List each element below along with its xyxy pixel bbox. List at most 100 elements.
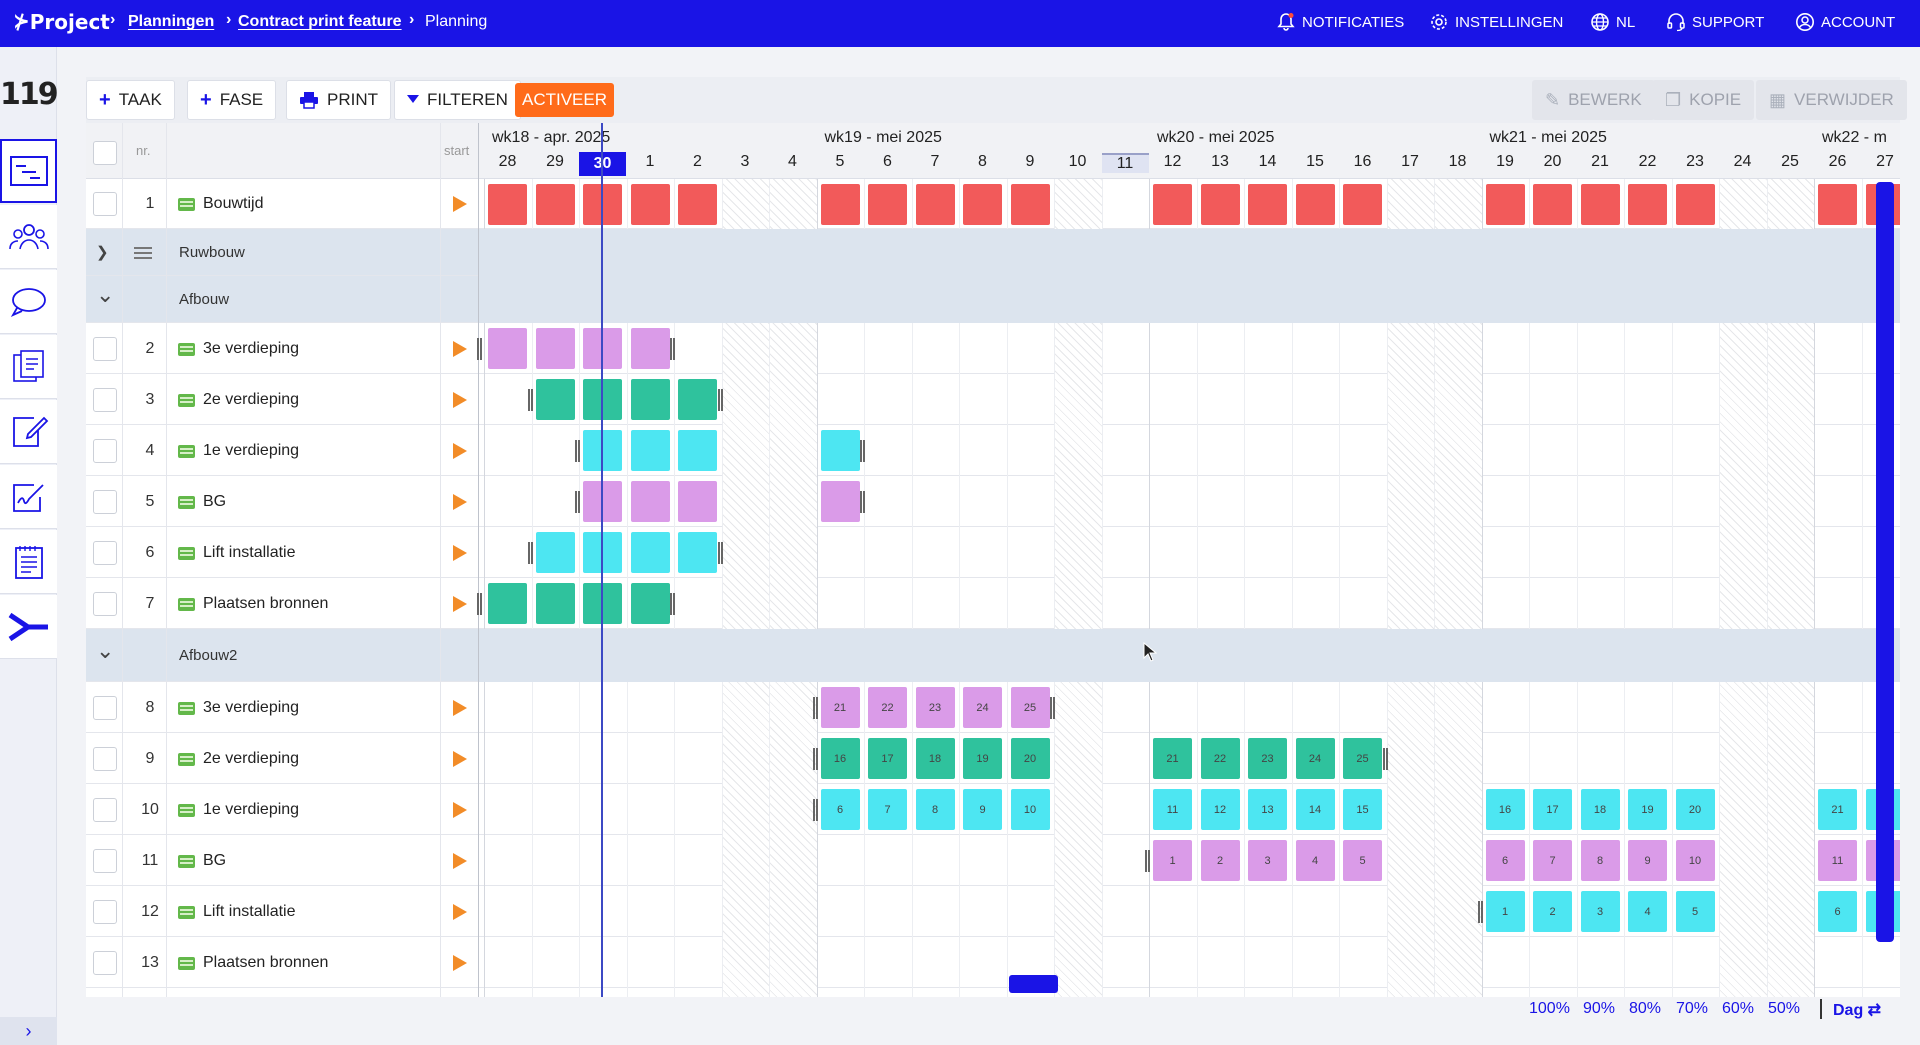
task-name[interactable]: 1e verdieping <box>203 801 299 819</box>
start-play-icon[interactable] <box>453 903 467 920</box>
task-bar-block[interactable]: 15 <box>1343 789 1382 830</box>
start-play-icon[interactable] <box>453 340 467 357</box>
copy-button[interactable]: ❐ KOPIE <box>1652 80 1755 120</box>
task-bar-block[interactable] <box>915 183 955 225</box>
language-button[interactable]: NL <box>1590 12 1635 32</box>
task-bar-block[interactable]: 8 <box>1580 840 1620 881</box>
task-bar-block[interactable] <box>820 430 860 471</box>
task-bar-block[interactable]: 24 <box>963 687 1002 728</box>
task-bar-block[interactable]: 20 <box>1675 789 1715 830</box>
task-name[interactable]: 1e verdieping <box>203 442 299 460</box>
task-bar-block[interactable] <box>1580 183 1620 225</box>
task-bar-block[interactable]: 7 <box>868 789 907 830</box>
task-bar-block[interactable]: 10 <box>1010 789 1050 830</box>
delete-button[interactable]: ▦ VERWIJDER <box>1756 80 1907 120</box>
task-bar-block[interactable] <box>630 430 670 471</box>
drag-handle-icon[interactable] <box>134 246 152 259</box>
resize-handle[interactable] <box>527 541 533 564</box>
task-name[interactable]: BG <box>203 493 226 511</box>
task-bar-block[interactable] <box>535 328 575 369</box>
task-bar-block[interactable] <box>535 532 575 573</box>
start-play-icon[interactable] <box>453 544 467 561</box>
task-name[interactable]: BG <box>203 852 226 870</box>
resize-handle[interactable] <box>1477 900 1483 923</box>
resize-handle[interactable] <box>717 541 723 564</box>
task-bar-block[interactable]: 4 <box>1295 840 1335 881</box>
start-play-icon[interactable] <box>453 801 467 818</box>
task-bar-block[interactable]: 25 <box>1010 687 1050 728</box>
task-bar-block[interactable]: 14 <box>1295 789 1335 830</box>
start-play-icon[interactable] <box>453 954 467 971</box>
row-checkbox[interactable] <box>93 899 117 924</box>
row-checkbox[interactable] <box>93 336 117 361</box>
task-bar-block[interactable] <box>1153 183 1192 225</box>
row-checkbox[interactable] <box>93 950 117 975</box>
project-logo[interactable]: ⊁Project <box>13 10 110 34</box>
task-bar-block[interactable]: 18 <box>915 738 955 779</box>
sidebar-item-planning[interactable] <box>0 139 57 203</box>
resize-handle[interactable] <box>575 490 580 513</box>
task-bar-block[interactable]: 19 <box>963 738 1002 779</box>
task-bar-block[interactable]: 18 <box>1580 789 1620 830</box>
task-bar-block[interactable]: 1 <box>1485 891 1525 932</box>
task-name[interactable]: Lift installatie <box>203 544 296 562</box>
sidebar-item-documents[interactable] <box>0 335 57 399</box>
zoom-60[interactable]: 60% <box>1722 1000 1754 1018</box>
account-button[interactable]: ACCOUNT <box>1795 12 1895 32</box>
task-bar-block[interactable]: 12 <box>1200 789 1240 830</box>
task-bar-block[interactable]: 23 <box>915 687 955 728</box>
settings-button[interactable]: INSTELLINGEN <box>1429 12 1563 32</box>
print-button[interactable]: PRINT <box>286 80 391 120</box>
horizontal-scrollbar-thumb[interactable] <box>1009 975 1058 993</box>
task-bar-block[interactable]: 6 <box>1818 891 1857 932</box>
task-name[interactable]: Lift installatie <box>203 903 296 921</box>
task-bar-block[interactable]: 19 <box>1628 789 1667 830</box>
start-play-icon[interactable] <box>453 196 467 212</box>
task-name[interactable]: 3e verdieping <box>203 699 299 717</box>
task-bar-block[interactable] <box>630 379 670 420</box>
task-bar-block[interactable] <box>630 532 670 573</box>
task-bar-block[interactable] <box>535 583 575 624</box>
task-bar-block[interactable] <box>1248 183 1287 225</box>
sidebar-expand-button[interactable]: › <box>0 1017 57 1045</box>
task-bar-block[interactable] <box>535 379 575 420</box>
chevron-right-icon[interactable]: ❯ <box>96 243 109 261</box>
notifications-button[interactable]: NOTIFICATIES <box>1276 12 1404 32</box>
task-bar-block[interactable]: 5 <box>1343 840 1382 881</box>
task-bar-block[interactable]: 8 <box>915 789 955 830</box>
add-phase-button[interactable]: + FASE <box>187 80 277 120</box>
task-bar-block[interactable]: 9 <box>1628 840 1667 881</box>
sidebar-item-notes[interactable] <box>0 530 57 594</box>
zoom-90[interactable]: 90% <box>1583 1000 1615 1018</box>
task-name[interactable]: 2e verdieping <box>203 750 299 768</box>
resize-handle[interactable] <box>860 490 865 513</box>
task-bar-block[interactable]: 2 <box>1200 840 1240 881</box>
task-bar-block[interactable]: 16 <box>820 738 860 779</box>
task-bar-block[interactable]: 1 <box>1153 840 1192 881</box>
edit-button[interactable]: ✎ BEWERK <box>1532 80 1655 120</box>
resize-handle[interactable] <box>527 388 533 411</box>
task-bar-block[interactable]: 6 <box>820 789 860 830</box>
row-checkbox[interactable] <box>93 438 117 463</box>
row-checkbox[interactable] <box>93 848 117 873</box>
resize-handle[interactable] <box>860 439 865 462</box>
task-bar-block[interactable]: 4 <box>1628 891 1667 932</box>
task-bar-block[interactable]: 10 <box>1675 840 1715 881</box>
task-bar-block[interactable]: 21 <box>1818 789 1857 830</box>
task-bar-block[interactable] <box>1295 183 1335 225</box>
task-bar-block[interactable] <box>820 481 860 522</box>
task-bar-block[interactable] <box>1200 183 1240 225</box>
task-bar-block[interactable] <box>630 328 670 369</box>
row-checkbox[interactable] <box>93 387 117 412</box>
resize-handle[interactable] <box>812 798 818 821</box>
row-checkbox[interactable] <box>93 540 117 565</box>
task-bar-block[interactable]: 17 <box>1533 789 1572 830</box>
task-bar-block[interactable]: 22 <box>1200 738 1240 779</box>
task-bar-block[interactable]: 16 <box>1485 789 1525 830</box>
task-bar-block[interactable] <box>678 379 717 420</box>
start-play-icon[interactable] <box>453 442 467 459</box>
task-bar-block[interactable] <box>535 183 575 225</box>
task-bar-block[interactable] <box>1628 183 1667 225</box>
chevron-down-icon[interactable]: ⌄ <box>96 638 114 664</box>
resize-handle[interactable] <box>1145 849 1150 872</box>
